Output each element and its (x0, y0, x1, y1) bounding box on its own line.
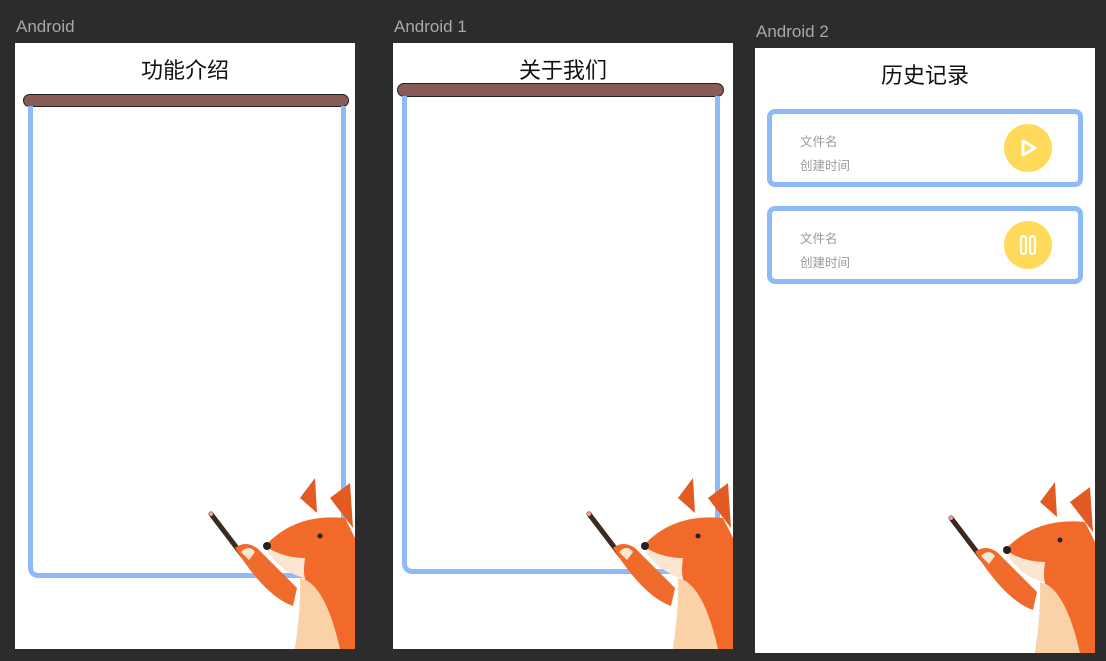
page-title: 关于我们 (518, 59, 607, 84)
record-file-name: 文件名 (800, 134, 838, 149)
frame-label-android-1: Android 1 (394, 17, 467, 36)
play-button[interactable] (1004, 124, 1052, 172)
board-header-bar (397, 83, 724, 97)
history-record-item[interactable]: 文件名 创建时间 (767, 109, 1083, 187)
fox-teacher-illustration (583, 478, 733, 649)
page-title: 历史记录 (880, 64, 969, 89)
screen-about-us: 关于我们 (393, 43, 733, 649)
record-created-time: 创建时间 (800, 158, 851, 173)
fox-teacher-illustration (205, 478, 355, 649)
pause-button[interactable] (1004, 221, 1052, 269)
frame-label-android-2: Android 2 (756, 22, 829, 41)
history-record-item[interactable]: 文件名 创建时间 (767, 206, 1083, 284)
play-icon (1021, 139, 1037, 157)
record-file-name: 文件名 (800, 231, 838, 246)
pause-icon (1019, 234, 1037, 256)
fox-teacher-illustration (945, 482, 1095, 653)
fox-icon (586, 478, 733, 649)
screen-feature-intro: 功能介绍 (15, 43, 355, 649)
screen-history: 历史记录 文件名 创建时间 文件名 创建时间 (755, 48, 1095, 653)
frame-label-android: Android (16, 17, 75, 36)
fox-icon (948, 482, 1095, 653)
record-created-time: 创建时间 (800, 255, 851, 270)
page-title: 功能介绍 (140, 59, 229, 84)
fox-icon (208, 478, 355, 649)
